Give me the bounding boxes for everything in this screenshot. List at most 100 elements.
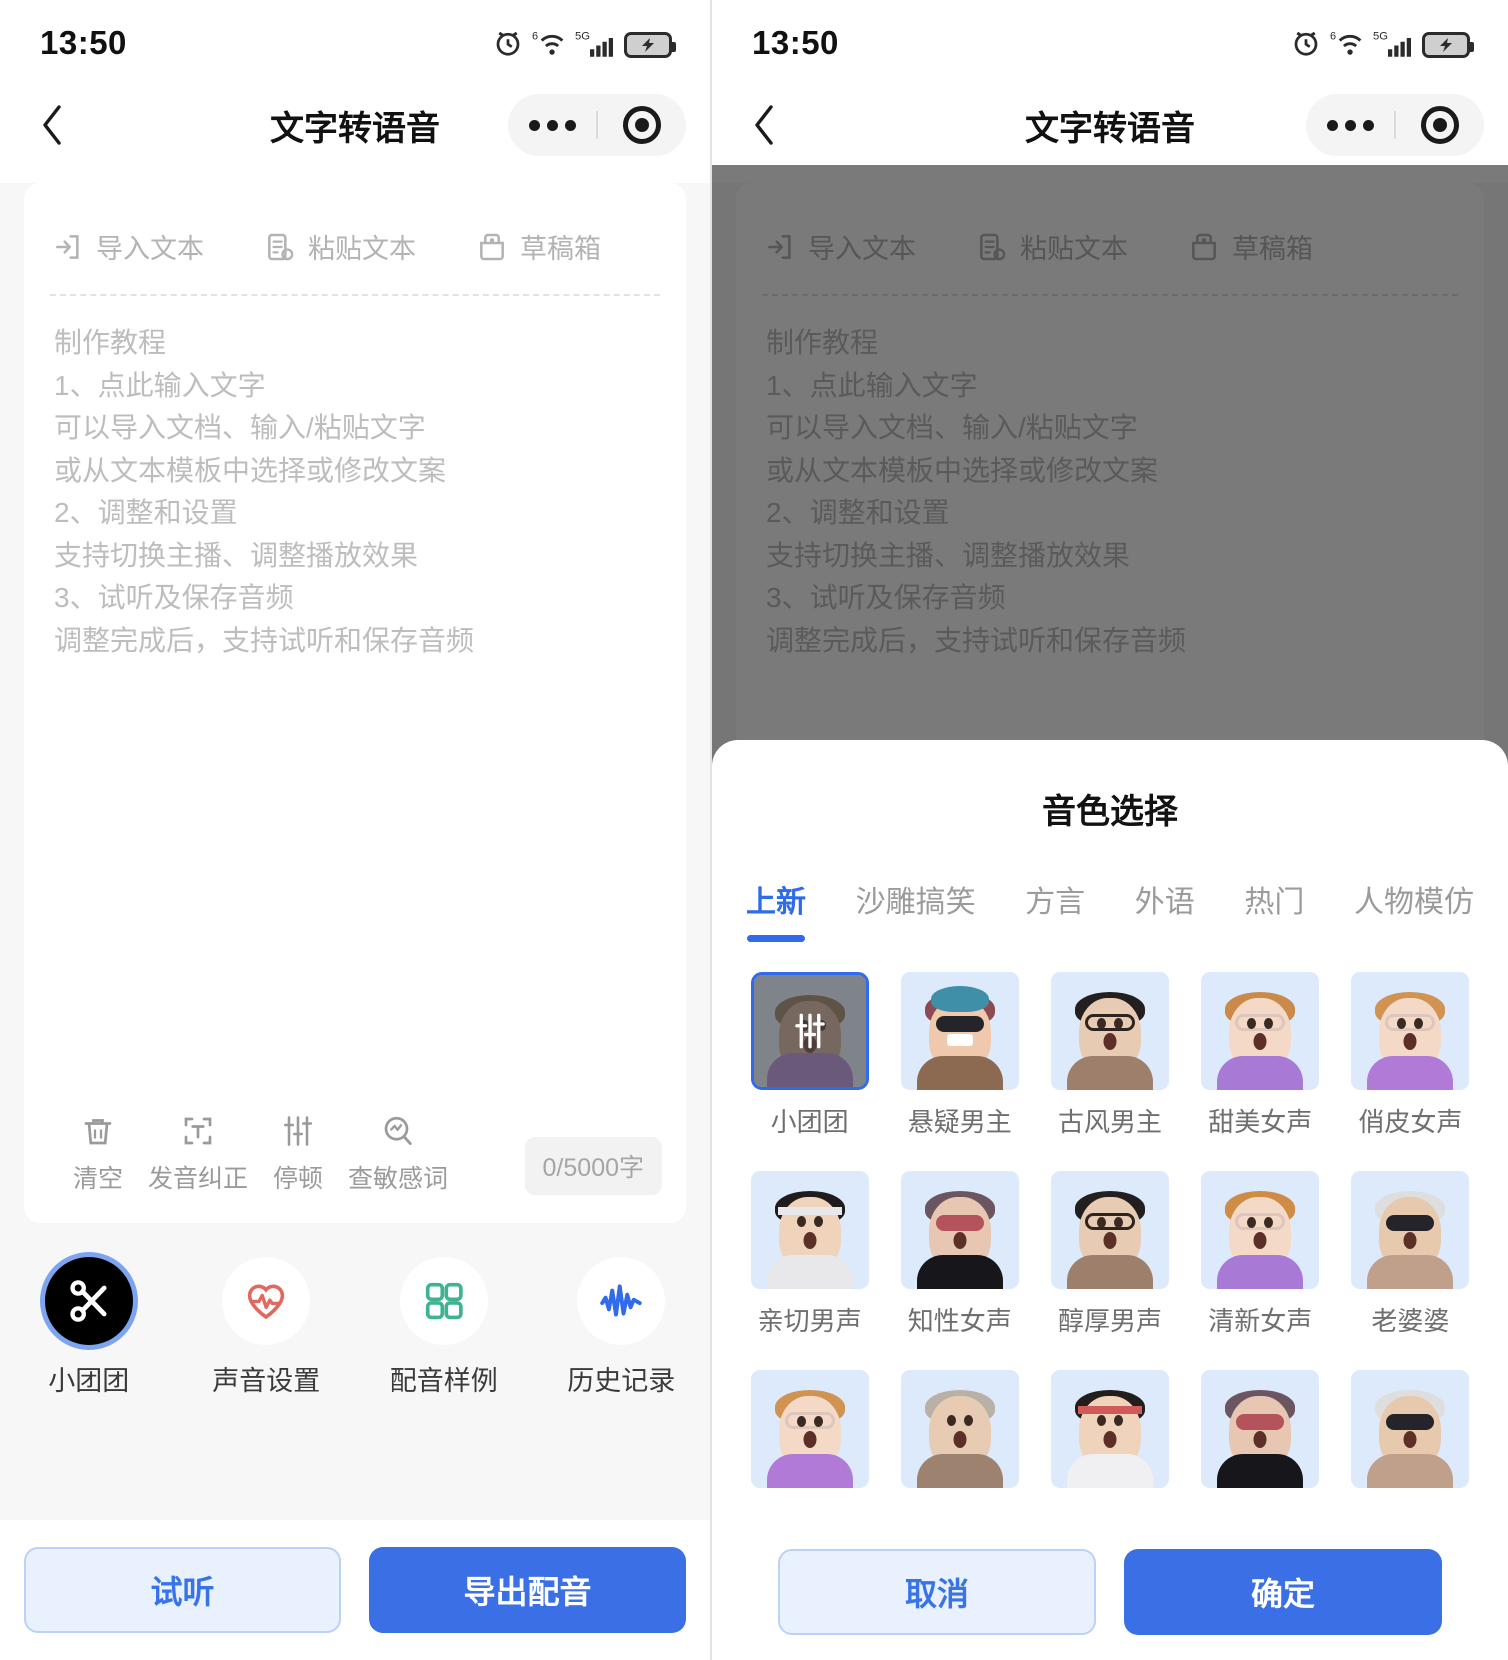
voice-option[interactable] [1044,1370,1175,1524]
status-bar: 13:50 6 5G [0,0,710,85]
nav-item-sound-settings[interactable]: 声音设置 [178,1257,356,1398]
preview-button[interactable]: 试听 [24,1547,341,1633]
paste-text-label: 粘贴文本 [308,234,416,264]
voice-option[interactable]: 俏皮女声 [1345,972,1476,1163]
cellular-5g-icon: 5G [1373,30,1411,57]
voice-avatar [900,1171,1019,1289]
sound-settings-button[interactable] [222,1257,311,1345]
battery-charging-icon [624,31,676,58]
footer-actions-left: 试听 导出配音 [0,1520,710,1660]
sheet-title: 音色选择 [1042,793,1178,831]
tab-funny[interactable]: 沙雕搞笑 [856,877,976,942]
tutorial-line: 支持切换主播、调整播放效果 [54,539,419,571]
voice-avatar-button[interactable] [44,1257,133,1345]
alarm-icon [496,31,520,56]
grid-icon [425,1282,463,1320]
footer-actions-right: 取消 确定 [712,1524,1508,1660]
paste-text-button[interactable]: 粘贴文本 [264,227,416,266]
nav-item-history[interactable]: 历史记录 [533,1257,711,1398]
voice-option[interactable]: 知性女声 [894,1171,1025,1362]
tab-imitation[interactable]: 人物模仿 [1354,877,1474,942]
voice-name: 老婆婆 [1371,1306,1450,1336]
nav-header: 文字转语音 [0,85,710,165]
sliders-icon [283,1116,313,1146]
tab-new[interactable]: 上新 [746,877,806,942]
more-dots-icon [528,119,576,131]
voice-option[interactable] [1195,1370,1326,1524]
voice-avatar [900,1370,1019,1488]
import-text-button[interactable]: 导入文本 [52,227,204,266]
voice-category-tabs: 上新 沙雕搞笑 方言 外语 热门 人物模仿 [712,833,1508,942]
tab-dialect[interactable]: 方言 [1025,877,1085,942]
tab-popular[interactable]: 热门 [1244,877,1304,942]
voice-option[interactable]: 醇厚男声 [1044,1171,1175,1362]
tutorial-line: 可以导入文档、输入/粘贴文字 [54,412,426,444]
page-body: 导入文本 粘贴文本 [0,183,710,1660]
nav-item-voice[interactable]: 小团团 [0,1257,178,1398]
tab-underline [1136,935,1194,942]
more-menu-button[interactable] [508,119,596,131]
voice-option[interactable]: 老婆婆 [1345,1171,1476,1362]
tutorial-line: 调整完成后，支持试听和保存音频 [54,624,475,656]
close-miniprogram-button[interactable] [1396,106,1484,144]
export-button[interactable]: 导出配音 [369,1547,686,1633]
tutorial-placeholder[interactable]: 制作教程 1、点此输入文字 可以导入文档、输入/粘贴文字 或从文本模板中选择或修… [24,296,686,1113]
chevron-left-icon [755,105,773,145]
voice-option[interactable] [744,1370,875,1524]
tab-label: 人物模仿 [1353,886,1474,919]
voice-avatar [750,972,869,1090]
mini-program-capsule [1306,94,1484,156]
voice-name: 亲切男声 [757,1306,862,1336]
history-button[interactable] [577,1257,666,1345]
battery-charging-icon [1422,31,1474,58]
back-button[interactable] [736,97,792,153]
voice-option[interactable]: 悬疑男主 [894,972,1025,1163]
tab-underline [887,935,945,942]
voice-option[interactable] [894,1370,1025,1524]
trash-icon [84,1119,112,1145]
voice-avatar [1050,1370,1169,1488]
pronunciation-fix-label: 发音纠正 [148,1165,249,1193]
text-editor-card: 导入文本 粘贴文本 [24,183,686,1223]
pronunciation-fix-button[interactable]: 发音纠正 [148,1113,248,1195]
pause-insert-button[interactable]: 停顿 [248,1113,348,1195]
voice-option[interactable]: 古风男主 [1044,972,1175,1163]
tab-label: 方言 [1025,886,1086,919]
voice-name: 古风男主 [1057,1107,1162,1137]
more-menu-button[interactable] [1306,119,1394,131]
cancel-button[interactable]: 取消 [778,1549,1096,1635]
waveform-icon [600,1284,642,1317]
nav-header: 文字转语音 [712,85,1508,165]
voice-option[interactable]: 甜美女声 [1195,972,1326,1163]
voice-selection-sheet: 音色选择 上新 沙雕搞笑 方言 外语 热门 人物模仿 小团团 悬疑男主 古风男主… [712,740,1508,1660]
confirm-button[interactable]: 确定 [1124,1549,1442,1635]
voice-option[interactable] [1345,1370,1476,1524]
voice-option[interactable]: 小团团 [744,972,875,1163]
wifi-icon: 6 [1330,30,1362,55]
nav-label-sound-settings: 声音设置 [212,1366,321,1396]
check-sensitive-words-button[interactable]: 查敏感词 [348,1113,448,1195]
status-clock: 13:50 [752,23,839,61]
voice-name: 甜美女声 [1208,1107,1313,1137]
svg-text:5G: 5G [1373,30,1388,42]
tutorial-line: 3、试听及保存音频 [54,582,294,614]
drafts-button[interactable]: 草稿箱 [476,227,601,266]
back-button[interactable] [24,97,80,153]
tutorial-line: 2、调整和设置 [54,497,238,529]
heartbeat-icon [248,1284,285,1320]
tab-foreign[interactable]: 外语 [1135,877,1195,942]
voice-name: 知性女声 [907,1306,1012,1336]
tab-underline [747,935,805,942]
samples-button[interactable] [399,1257,488,1345]
close-miniprogram-button[interactable] [598,106,686,144]
drafts-label: 草稿箱 [520,234,601,264]
voice-name: 清新女声 [1208,1306,1313,1336]
character-counter: 0/5000字 [524,1137,662,1195]
voice-option[interactable]: 清新女声 [1195,1171,1326,1362]
clear-text-button[interactable]: 清空 [48,1113,148,1195]
cellular-5g-icon: 5G [575,30,613,57]
dual-screenshot-stage: 13:50 6 5G 文字转语音 导入文本 粘贴文本 草稿箱 制作教程 1、点此… [0,0,1508,1660]
text-scan-icon [184,1117,212,1145]
voice-option[interactable]: 亲切男声 [744,1171,875,1362]
nav-item-samples[interactable]: 配音样例 [355,1257,533,1398]
